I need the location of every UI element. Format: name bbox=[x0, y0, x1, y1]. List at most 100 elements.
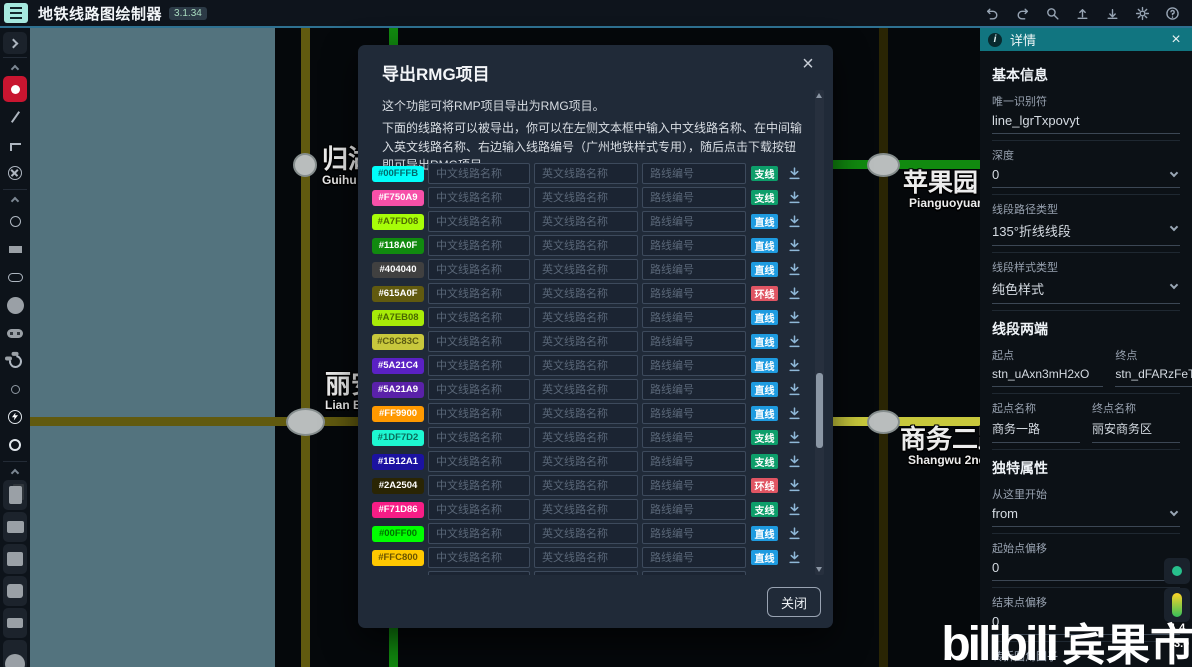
status-dot-tile[interactable] bbox=[1164, 558, 1190, 584]
select-field[interactable]: from bbox=[992, 502, 1180, 527]
collapse-group-presets[interactable] bbox=[3, 465, 27, 478]
loop-tool[interactable] bbox=[3, 348, 27, 374]
zh-line-name-input[interactable] bbox=[428, 547, 530, 568]
line-code-input[interactable] bbox=[642, 451, 746, 472]
line-code-input[interactable] bbox=[642, 163, 746, 184]
download-line-button[interactable] bbox=[787, 287, 801, 301]
close-icon[interactable] bbox=[797, 53, 819, 75]
en-line-name-input[interactable] bbox=[534, 283, 638, 304]
zh-line-name-input[interactable] bbox=[428, 571, 530, 575]
line-code-input[interactable] bbox=[642, 379, 746, 400]
line-code-input[interactable] bbox=[642, 331, 746, 352]
close-icon[interactable] bbox=[1168, 31, 1184, 49]
preset-4[interactable] bbox=[3, 576, 27, 606]
en-line-name-input[interactable] bbox=[534, 187, 638, 208]
en-line-name-input[interactable] bbox=[534, 403, 638, 424]
zh-line-name-input[interactable] bbox=[428, 499, 530, 520]
text-field[interactable]: stn_uAxn3mH2xO bbox=[992, 363, 1104, 387]
download-line-button[interactable] bbox=[787, 479, 801, 493]
interchange-station-tool[interactable] bbox=[3, 320, 27, 346]
preset-6[interactable] bbox=[3, 640, 27, 667]
line-code-input[interactable] bbox=[642, 547, 746, 568]
en-line-name-input[interactable] bbox=[534, 499, 638, 520]
text-field[interactable]: 丽安商务区 bbox=[1092, 416, 1180, 443]
download-line-button[interactable] bbox=[787, 239, 801, 253]
scroll-up-icon[interactable] bbox=[816, 93, 822, 98]
text-field[interactable]: 0 bbox=[992, 556, 1180, 581]
bold-circle-tool[interactable] bbox=[3, 432, 27, 458]
text-field[interactable]: 商务一路 bbox=[992, 416, 1080, 443]
scrollbar-thumb[interactable] bbox=[816, 373, 823, 448]
line-code-input[interactable] bbox=[642, 475, 746, 496]
text-field[interactable]: stn_dFARzFeT1J bbox=[1115, 363, 1192, 387]
zh-line-name-input[interactable] bbox=[428, 307, 530, 328]
undo-icon[interactable] bbox=[985, 6, 1000, 21]
en-line-name-input[interactable] bbox=[534, 259, 638, 280]
zh-line-name-input[interactable] bbox=[428, 235, 530, 256]
zh-line-name-input[interactable] bbox=[428, 355, 530, 376]
zh-line-name-input[interactable] bbox=[428, 259, 530, 280]
preset-3[interactable] bbox=[3, 544, 27, 574]
download-line-button[interactable] bbox=[787, 383, 801, 397]
line-code-input[interactable] bbox=[642, 571, 746, 575]
en-line-name-input[interactable] bbox=[534, 163, 638, 184]
station-tool[interactable] bbox=[3, 76, 27, 102]
download-line-button[interactable] bbox=[787, 551, 801, 565]
zh-line-name-input[interactable] bbox=[428, 283, 530, 304]
en-line-name-input[interactable] bbox=[534, 211, 638, 232]
en-line-name-input[interactable] bbox=[534, 235, 638, 256]
download-line-button[interactable] bbox=[787, 455, 801, 469]
download-line-button[interactable] bbox=[787, 431, 801, 445]
en-line-name-input[interactable] bbox=[534, 307, 638, 328]
small-circle-tool[interactable] bbox=[3, 376, 27, 402]
station-pianguoyuan[interactable] bbox=[867, 153, 900, 177]
zh-line-name-input[interactable] bbox=[428, 379, 530, 400]
download-line-button[interactable] bbox=[787, 527, 801, 541]
en-line-name-input[interactable] bbox=[534, 379, 638, 400]
download-line-button[interactable] bbox=[787, 503, 801, 517]
station-lian-business[interactable] bbox=[286, 408, 325, 436]
text-field[interactable]: line_lgrTxpovyt bbox=[992, 109, 1180, 134]
line-tool[interactable] bbox=[3, 104, 27, 130]
line-code-input[interactable] bbox=[642, 499, 746, 520]
zoom-search-icon[interactable] bbox=[1045, 6, 1060, 21]
line-code-input[interactable] bbox=[642, 187, 746, 208]
zh-line-name-input[interactable] bbox=[428, 163, 530, 184]
stadium-tool[interactable] bbox=[3, 264, 27, 290]
zh-line-name-input[interactable] bbox=[428, 187, 530, 208]
preset-5[interactable] bbox=[3, 608, 27, 638]
zh-line-name-input[interactable] bbox=[428, 403, 530, 424]
rect-tool[interactable] bbox=[3, 236, 27, 262]
en-line-name-input[interactable] bbox=[534, 571, 638, 575]
corner-line-tool[interactable] bbox=[3, 132, 27, 158]
redo-icon[interactable] bbox=[1015, 6, 1030, 21]
preset-2[interactable] bbox=[3, 512, 27, 542]
zh-line-name-input[interactable] bbox=[428, 475, 530, 496]
scroll-down-icon[interactable] bbox=[816, 567, 822, 572]
select-field[interactable]: 0 bbox=[992, 163, 1180, 188]
background-rect-node[interactable] bbox=[30, 28, 275, 667]
select-field[interactable]: 纯色样式 bbox=[992, 275, 1180, 304]
line-code-input[interactable] bbox=[642, 403, 746, 424]
download-line-button[interactable] bbox=[787, 311, 801, 325]
line-code-input[interactable] bbox=[642, 523, 746, 544]
upload-icon[interactable] bbox=[1075, 6, 1090, 21]
help-icon[interactable] bbox=[1165, 6, 1180, 21]
download-line-button[interactable] bbox=[787, 191, 801, 205]
download-line-button[interactable] bbox=[787, 263, 801, 277]
metro-line-dark-vertical[interactable] bbox=[879, 28, 888, 667]
download-icon[interactable] bbox=[1105, 6, 1120, 21]
line-code-input[interactable] bbox=[642, 355, 746, 376]
station-guihu[interactable] bbox=[293, 153, 317, 177]
line-code-input[interactable] bbox=[642, 235, 746, 256]
en-line-name-input[interactable] bbox=[534, 331, 638, 352]
line-code-input[interactable] bbox=[642, 211, 746, 232]
lightning-tool[interactable] bbox=[3, 404, 27, 430]
download-line-button[interactable] bbox=[787, 335, 801, 349]
line-code-input[interactable] bbox=[642, 307, 746, 328]
en-line-name-input[interactable] bbox=[534, 523, 638, 544]
circle-tool[interactable] bbox=[3, 208, 27, 234]
expand-toolbar[interactable] bbox=[3, 32, 27, 54]
zh-line-name-input[interactable] bbox=[428, 427, 530, 448]
en-line-name-input[interactable] bbox=[534, 475, 638, 496]
